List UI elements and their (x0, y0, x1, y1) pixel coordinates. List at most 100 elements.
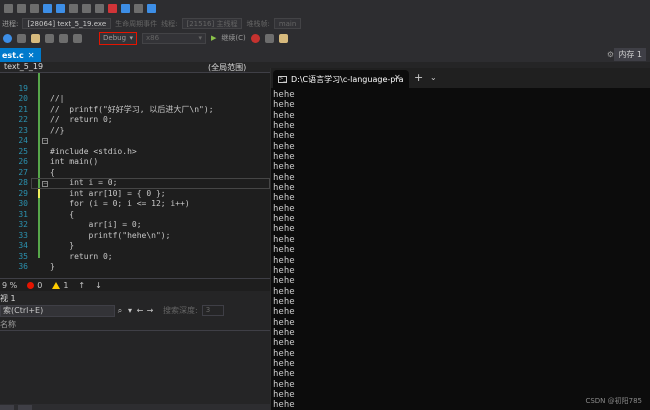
save-icon[interactable] (4, 4, 13, 13)
console-line: hehe (273, 90, 295, 100)
platform-select[interactable]: x86 ▾ (142, 32, 206, 44)
console-line: hehe (273, 193, 295, 204)
code-line: 21 // return 0; (0, 94, 270, 125)
chevron-down-icon: ▾ (198, 34, 202, 42)
error-count-value: 0 (37, 280, 43, 290)
chevron-down-icon[interactable]: ⌄ (430, 73, 437, 82)
close-icon[interactable]: ✕ (28, 51, 35, 60)
code-line: 22 //} (0, 105, 270, 135)
stack-frame-select[interactable]: main (273, 18, 302, 29)
code-line: 27 int i = 0; (0, 157, 270, 188)
search-icon[interactable]: ⌕ (115, 305, 125, 317)
process-select[interactable]: [28064] text_5_19.exe (22, 18, 112, 29)
warning-count-value: 1 (63, 280, 69, 290)
chevron-down-icon[interactable]: ▾ (125, 305, 135, 317)
console-window[interactable]: >_ D:\C语言学习\c-language-pra ✕ + ⌄ hehe heh… (270, 68, 650, 410)
panel-title: 视 1 (0, 294, 16, 303)
search-input[interactable]: 索(Ctrl+E) (0, 304, 115, 317)
thread-select[interactable]: [21516] 主线程 (181, 18, 243, 29)
zoom-level[interactable]: 9 % (2, 281, 17, 290)
error-icon (27, 281, 35, 289)
panel-tab[interactable] (18, 405, 32, 410)
arrow-right-icon[interactable]: → (145, 305, 155, 317)
console-line: hehe (273, 265, 295, 276)
code-editor[interactable]: − − 19 //| 20 // printf("好好学习, 以后进大厂\n")… (0, 73, 270, 278)
search-bar: 索(Ctrl+E) ⌕ ▾ ← → 搜索深度: 3 (0, 304, 270, 317)
close-icon[interactable]: ✕ (394, 73, 401, 82)
terminal-icon: >_ (278, 75, 287, 83)
stop-icon[interactable] (108, 4, 117, 13)
warning-count[interactable]: 1 (52, 281, 68, 290)
console-line: hehe (273, 276, 295, 287)
lifecycle-events-button[interactable]: 生命周期事件 (115, 19, 157, 29)
open-file-icon[interactable] (31, 33, 40, 43)
standard-toolbar: Debug ▾ x86 ▾ ▶ 继续(C) (0, 30, 650, 46)
hex-icon[interactable] (69, 4, 78, 13)
console-line: hehe (273, 348, 295, 359)
column-header-name[interactable]: 名称 (0, 319, 270, 331)
watch-panel: 视 1 索(Ctrl+E) ⌕ ▾ ← → 搜索深度: 3 名称 (0, 291, 270, 410)
code-line: 29 for (i = 0; i <= 12; i++) (0, 178, 270, 209)
hot-reload-icon[interactable] (250, 33, 260, 43)
arrow-left-icon[interactable]: ← (135, 305, 145, 317)
code-line: 19 //| (0, 73, 270, 104)
line-number: 36 (18, 262, 28, 271)
tab-label: est.c (2, 50, 24, 60)
tab-label: 内存 1 (618, 50, 642, 59)
console-line: hehe (273, 245, 295, 256)
new-project-icon[interactable] (17, 33, 26, 43)
show-next-statement-icon[interactable] (134, 4, 143, 13)
process-label: 进程: (2, 19, 19, 28)
code-line: 26 { (0, 147, 270, 177)
error-count[interactable]: 0 (27, 281, 42, 290)
search-depth-select[interactable]: 3 (201, 305, 224, 316)
project-select[interactable]: text_5_19 (4, 62, 43, 71)
back-icon[interactable] (3, 33, 12, 43)
code-line: 25 int main() (0, 136, 270, 167)
redo-arrow-icon[interactable] (73, 33, 82, 43)
undo-arrow-icon[interactable] (59, 33, 68, 43)
save-all-icon[interactable] (17, 4, 26, 13)
bookmark-icon[interactable] (82, 4, 91, 13)
console-line: hehe (273, 327, 295, 338)
editor-tab-strip: est.c ✕ ⚙ 内存 1 (0, 46, 650, 62)
console-tab[interactable]: >_ D:\C语言学习\c-language-pra (273, 70, 409, 88)
console-title: D:\C语言学习\c-language-pra (291, 74, 404, 84)
console-line: hehe (273, 152, 295, 163)
save-file-icon[interactable] (45, 33, 54, 43)
settings-icon[interactable]: ⚙ (607, 50, 614, 59)
play-icon[interactable]: ▶ (211, 34, 216, 42)
code-line: 34 return 0; (0, 231, 270, 261)
console-line: hehe (273, 286, 295, 297)
console-line: hehe (273, 214, 295, 225)
line-text: } (50, 262, 55, 271)
new-tab-icon[interactable]: + (414, 71, 423, 84)
code-line: 20 // printf("好好学习, 以后进大厂\n"); (0, 84, 270, 114)
step-over-icon[interactable] (43, 4, 52, 13)
console-line: hehe (273, 379, 295, 390)
code-line: 36 (0, 252, 270, 271)
step-into-icon[interactable] (56, 4, 65, 13)
undo-icon[interactable] (30, 4, 39, 13)
folder-icon[interactable] (278, 33, 288, 43)
console-line: hehe (273, 172, 295, 183)
console-line: hehe (273, 183, 295, 194)
panel-tab[interactable] (0, 405, 14, 410)
pause-icon[interactable] (95, 4, 104, 13)
code-line: 33 } (0, 220, 270, 251)
console-line: hehe (273, 100, 295, 111)
tab-test-c[interactable]: est.c ✕ (0, 48, 41, 62)
continue-button[interactable]: 继续(C) (221, 33, 245, 43)
console-line: hehe (273, 369, 295, 380)
tab-memory-1[interactable]: 内存 1 (614, 48, 646, 61)
code-line: 32 printf("hehe\n"); (0, 210, 270, 240)
search-depth-label: 搜索深度: (163, 306, 198, 315)
restart-icon[interactable] (121, 4, 130, 13)
arrow-down-icon[interactable]: ↓ (95, 281, 102, 290)
step-out-icon[interactable] (147, 4, 156, 13)
scope-select[interactable]: (全局范围) (208, 62, 246, 73)
configuration-select[interactable]: Debug ▾ (99, 31, 137, 45)
stack-frame-label: 堆栈帧: (246, 19, 270, 28)
diagnostics-icon[interactable] (264, 33, 274, 43)
arrow-up-icon[interactable]: ↑ (78, 281, 85, 290)
